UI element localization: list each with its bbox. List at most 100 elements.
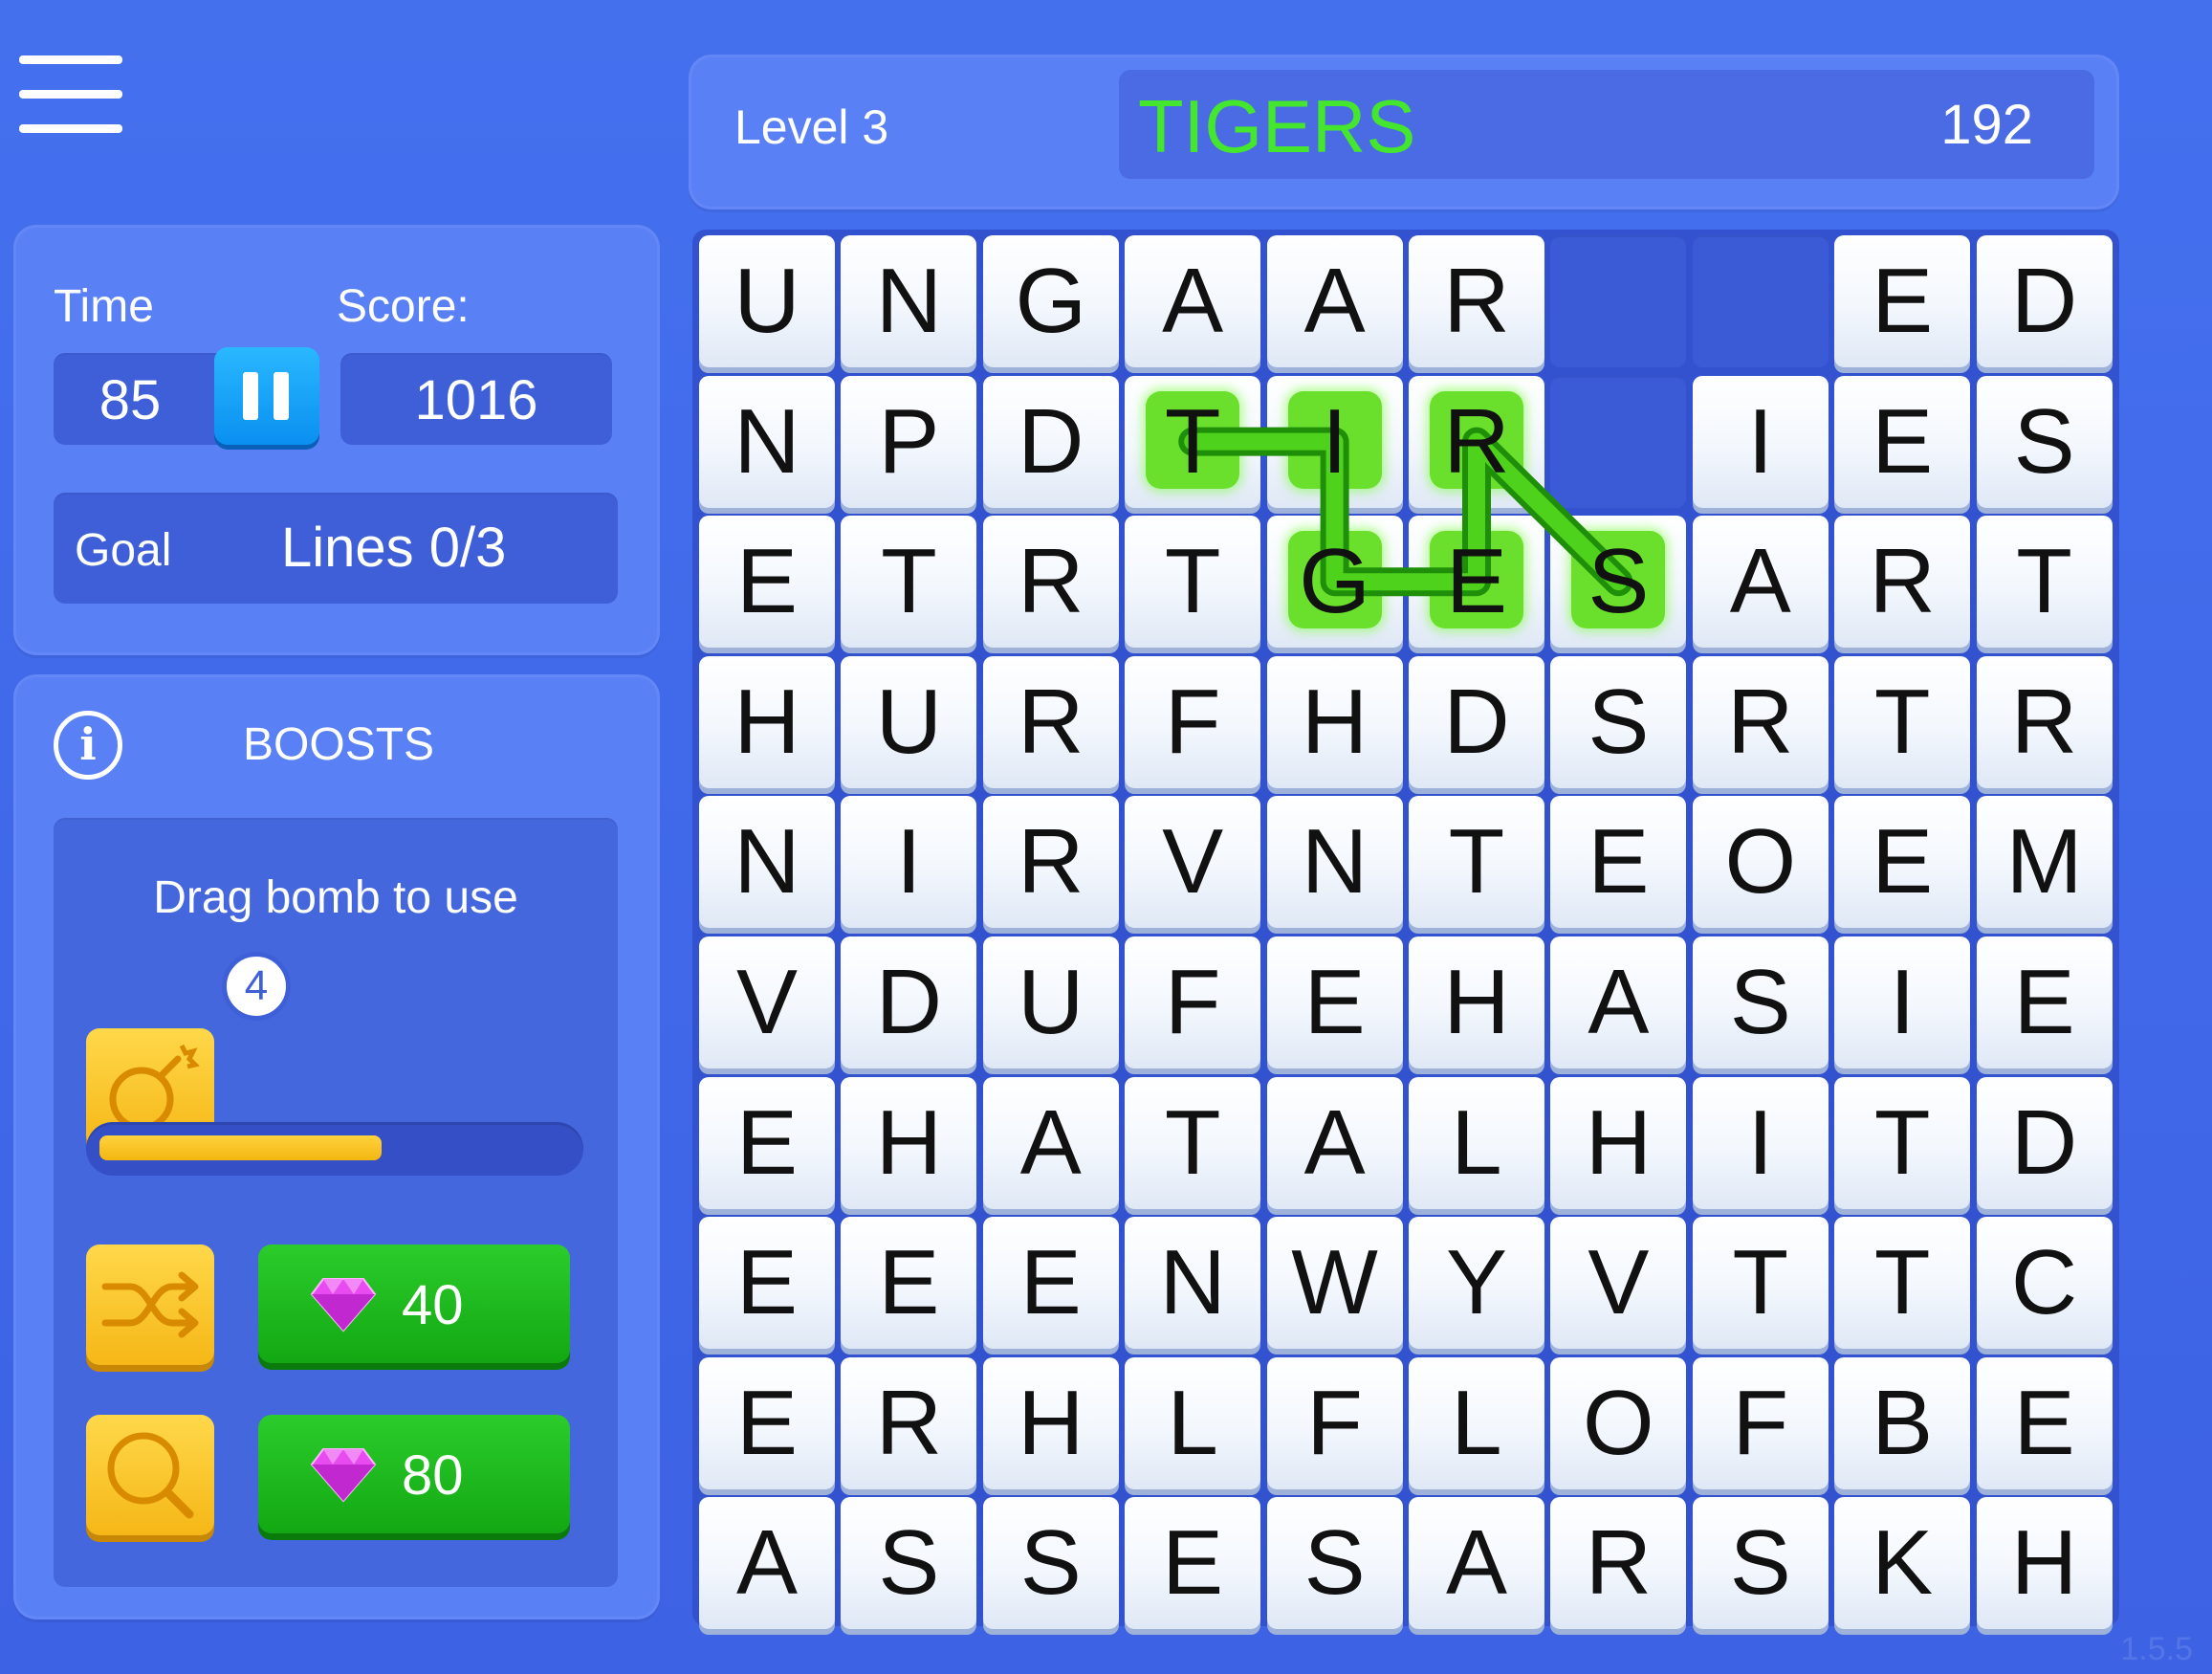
- letter-tile[interactable]: I: [1834, 936, 1971, 1068]
- letter-tile[interactable]: E: [699, 1356, 835, 1489]
- search-boost[interactable]: [86, 1415, 214, 1535]
- letter-tile[interactable]: H: [1409, 936, 1544, 1068]
- letter-tile[interactable]: U: [982, 936, 1119, 1068]
- letter-tile[interactable]: F: [1692, 1356, 1829, 1489]
- letter-tile[interactable]: E: [1834, 235, 1971, 367]
- letter-tile[interactable]: N: [699, 375, 835, 508]
- letter-tile[interactable]: R: [841, 1356, 977, 1489]
- letter-tile[interactable]: E: [1834, 375, 1971, 508]
- menu-icon[interactable]: [19, 55, 124, 134]
- letter-tile[interactable]: T: [1125, 375, 1261, 508]
- letter-tile[interactable]: G: [1266, 516, 1403, 649]
- letter-tile[interactable]: R: [982, 516, 1119, 649]
- letter-tile[interactable]: H: [1976, 1497, 2113, 1630]
- letter-tile[interactable]: E: [1976, 1356, 2113, 1489]
- letter-tile[interactable]: E: [699, 1217, 835, 1350]
- letter-tile[interactable]: R: [1409, 375, 1544, 508]
- letter-tile[interactable]: T: [1125, 516, 1261, 649]
- letter-tile[interactable]: T: [1834, 1217, 1971, 1350]
- letter-tile[interactable]: L: [1409, 1356, 1544, 1489]
- letter-tile[interactable]: V: [699, 936, 835, 1068]
- pause-button[interactable]: [214, 347, 319, 445]
- letter-tile[interactable]: N: [1266, 796, 1403, 929]
- letter-tile[interactable]: H: [841, 1076, 977, 1209]
- letter-tile[interactable]: I: [1266, 375, 1403, 508]
- letter-tile[interactable]: F: [1125, 655, 1261, 788]
- letter-tile[interactable]: S: [1550, 516, 1687, 649]
- letter-tile[interactable]: H: [1266, 655, 1403, 788]
- shuffle-boost[interactable]: [86, 1244, 214, 1365]
- letter-tile[interactable]: L: [1409, 1076, 1544, 1209]
- letter-tile[interactable]: T: [1976, 516, 2113, 649]
- info-icon[interactable]: i: [54, 711, 122, 780]
- letter-tile[interactable]: I: [841, 796, 977, 929]
- letter-tile[interactable]: T: [1692, 1217, 1829, 1350]
- letter-tile[interactable]: T: [1834, 1076, 1971, 1209]
- letter-tile[interactable]: K: [1834, 1497, 1971, 1630]
- letter-tile[interactable]: M: [1976, 796, 2113, 929]
- letter-tile[interactable]: A: [1550, 936, 1687, 1068]
- letter-tile[interactable]: A: [699, 1497, 835, 1630]
- letter-tile[interactable]: R: [982, 796, 1119, 929]
- letter-tile[interactable]: H: [1550, 1076, 1687, 1209]
- letter-tile[interactable]: A: [1266, 1076, 1403, 1209]
- letter-tile[interactable]: H: [982, 1356, 1119, 1489]
- letter-tile[interactable]: A: [1266, 235, 1403, 367]
- letter-tile[interactable]: H: [699, 655, 835, 788]
- letter-tile[interactable]: S: [1550, 655, 1687, 788]
- search-buy-button[interactable]: 80: [258, 1415, 570, 1533]
- letter-tile[interactable]: D: [982, 375, 1119, 508]
- letter-tile[interactable]: V: [1125, 796, 1261, 929]
- letter-tile[interactable]: F: [1125, 936, 1261, 1068]
- letter-tile[interactable]: E: [982, 1217, 1119, 1350]
- letter-tile[interactable]: D: [1976, 1076, 2113, 1209]
- letter-tile[interactable]: T: [1409, 796, 1544, 929]
- letter-tile[interactable]: R: [1692, 655, 1829, 788]
- letter-tile[interactable]: N: [699, 796, 835, 929]
- letter-tile[interactable]: E: [1834, 796, 1971, 929]
- letter-tile[interactable]: E: [1409, 516, 1544, 649]
- letter-tile[interactable]: R: [1976, 655, 2113, 788]
- letter-tile[interactable]: E: [699, 1076, 835, 1209]
- letter-tile[interactable]: O: [1692, 796, 1829, 929]
- letter-tile[interactable]: E: [841, 1217, 977, 1350]
- shuffle-buy-button[interactable]: 40: [258, 1244, 570, 1363]
- letter-tile[interactable]: R: [982, 655, 1119, 788]
- letter-tile[interactable]: E: [1976, 936, 2113, 1068]
- letter-tile[interactable]: E: [1550, 796, 1687, 929]
- letter-tile[interactable]: W: [1266, 1217, 1403, 1350]
- letter-tile[interactable]: E: [699, 516, 835, 649]
- letter-tile[interactable]: F: [1266, 1356, 1403, 1489]
- letter-tile[interactable]: S: [841, 1497, 977, 1630]
- letter-tile[interactable]: R: [1834, 516, 1971, 649]
- letter-tile[interactable]: C: [1976, 1217, 2113, 1350]
- letter-tile[interactable]: T: [1125, 1076, 1261, 1209]
- letter-tile[interactable]: A: [1125, 235, 1261, 367]
- letter-tile[interactable]: G: [982, 235, 1119, 367]
- letter-tile[interactable]: S: [1692, 936, 1829, 1068]
- letter-tile[interactable]: I: [1692, 375, 1829, 508]
- letter-tile[interactable]: T: [1834, 655, 1971, 788]
- letter-tile[interactable]: N: [1125, 1217, 1261, 1350]
- letter-tile[interactable]: T: [841, 516, 977, 649]
- letter-tile[interactable]: A: [1692, 516, 1829, 649]
- letter-tile[interactable]: S: [1266, 1497, 1403, 1630]
- letter-tile[interactable]: U: [699, 235, 835, 367]
- letter-tile[interactable]: R: [1409, 235, 1544, 367]
- letter-tile[interactable]: L: [1125, 1356, 1261, 1489]
- letter-tile[interactable]: R: [1550, 1497, 1687, 1630]
- letter-tile[interactable]: B: [1834, 1356, 1971, 1489]
- letter-tile[interactable]: S: [1976, 375, 2113, 508]
- letter-tile[interactable]: E: [1125, 1497, 1261, 1630]
- letter-tile[interactable]: N: [841, 235, 977, 367]
- letter-tile[interactable]: S: [982, 1497, 1119, 1630]
- letter-tile[interactable]: U: [841, 655, 977, 788]
- letter-tile[interactable]: E: [1266, 936, 1403, 1068]
- letter-tile[interactable]: D: [841, 936, 977, 1068]
- letter-tile[interactable]: V: [1550, 1217, 1687, 1350]
- letter-tile[interactable]: P: [841, 375, 977, 508]
- letter-tile[interactable]: I: [1692, 1076, 1829, 1209]
- letter-tile[interactable]: S: [1692, 1497, 1829, 1630]
- letter-tile[interactable]: A: [982, 1076, 1119, 1209]
- letter-tile[interactable]: O: [1550, 1356, 1687, 1489]
